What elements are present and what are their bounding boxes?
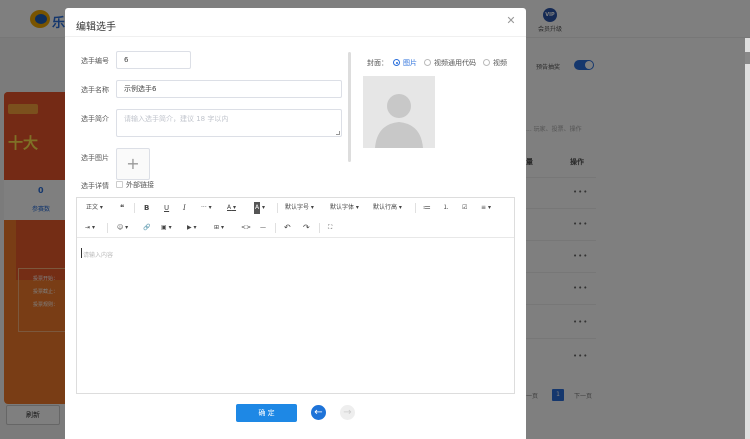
quote-icon[interactable]: ❝ (120, 202, 124, 214)
font-color-label: A (227, 204, 232, 211)
edit-player-dialog: 编辑选手 ✕ 选手编号 6 选手名称 示例选手6 选手简介 请输入选手简介，建议… (65, 8, 526, 439)
bold-icon[interactable]: B (144, 202, 149, 214)
background-color-icon[interactable]: A (254, 202, 261, 214)
editor-toolbar-row-2: ⇥ ▾ ☺ ▾ 🔗 ▣ ▾ ▶ ▾ ⊞ ▾ <> — ↶ ↷ ⛶ (77, 218, 514, 238)
paragraph-format-label: 正文 (86, 204, 99, 211)
underline-icon[interactable]: U (164, 202, 169, 214)
cover-option-video-code[interactable]: 视频通用代码 (424, 58, 476, 68)
cover-image-placeholder[interactable] (363, 76, 435, 148)
emoji-dropdown[interactable]: ☺ ▾ (117, 222, 128, 234)
table-dropdown[interactable]: ⊞ ▾ (214, 222, 224, 234)
video-dropdown[interactable]: ▶ ▾ (187, 222, 197, 234)
numbered-list-icon[interactable]: ⒈ (443, 202, 449, 214)
resize-handle[interactable] (336, 131, 340, 135)
number-label: 选手编号 (81, 57, 109, 65)
align-dropdown[interactable]: ≡ ▾ (481, 202, 491, 214)
font-size-label: 默认字号 (285, 204, 310, 211)
arrow-right-icon[interactable]: → (340, 405, 355, 420)
video-icon: ▶ (187, 224, 192, 231)
image-upload-button[interactable]: + (116, 148, 150, 180)
undo-icon[interactable]: ↶ (284, 222, 291, 234)
editor-placeholder: 请输入内容 (83, 252, 114, 259)
emoji-icon: ☺ (117, 224, 124, 231)
cover-option-video-code-label: 视频通用代码 (434, 59, 476, 67)
more-style-dropdown[interactable]: ··· ▾ (201, 202, 212, 214)
external-link-label: 外部链接 (126, 181, 154, 189)
number-input[interactable]: 6 (116, 51, 191, 69)
toolbar-divider (134, 203, 135, 213)
bullet-list-icon[interactable]: ≔ (423, 202, 431, 214)
line-height-label: 默认行高 (373, 204, 398, 211)
font-family-label: 默认字体 (330, 204, 355, 211)
link-icon[interactable]: 🔗 (143, 222, 150, 234)
checkbox-icon (116, 181, 123, 188)
external-link-checkbox[interactable]: 外部链接 (116, 180, 154, 190)
intro-placeholder: 请输入选手简介，建议 18 字以内 (124, 115, 229, 123)
line-height-dropdown[interactable]: 默认行高 ▾ (373, 202, 402, 214)
detail-label: 选手详情 (81, 182, 109, 190)
background-color-dropdown[interactable]: ▾ (262, 202, 265, 214)
table-icon: ⊞ (214, 224, 220, 231)
todo-list-icon[interactable]: ☑ (462, 202, 467, 214)
name-label: 选手名称 (81, 86, 109, 94)
cover-option-image[interactable]: 图片 (393, 58, 417, 68)
radio-icon (424, 59, 431, 66)
toolbar-divider (415, 203, 416, 213)
divider-line-icon[interactable]: — (260, 222, 266, 234)
close-icon[interactable]: ✕ (505, 15, 517, 27)
font-family-dropdown[interactable]: 默认字体 ▾ (330, 202, 359, 214)
more-style-label: ··· (201, 204, 207, 211)
dialog-title: 编辑选手 (76, 22, 116, 33)
background-color-label: A (255, 204, 260, 211)
intro-label: 选手简介 (81, 115, 109, 123)
scrollbar-thumb[interactable] (745, 52, 750, 64)
name-input[interactable]: 示例选手6 (116, 80, 342, 98)
radio-icon (483, 59, 490, 66)
toolbar-divider (319, 223, 320, 233)
cover-label: 封面： (367, 59, 388, 67)
cover-option-video[interactable]: 视频 (483, 58, 507, 68)
toolbar-divider (275, 223, 276, 233)
toolbar-divider (277, 203, 278, 213)
code-icon[interactable]: <> (241, 222, 251, 234)
paragraph-format-dropdown[interactable]: 正文 ▾ (86, 202, 103, 214)
avatar-placeholder-icon (363, 76, 435, 148)
italic-icon[interactable]: I (183, 202, 186, 214)
redo-icon[interactable]: ↷ (303, 222, 310, 234)
intro-textarea[interactable]: 请输入选手简介，建议 18 字以内 (116, 109, 342, 137)
toolbar-divider (107, 223, 108, 233)
image-icon: ▣ (161, 224, 167, 231)
cover-option-video-label: 视频 (493, 59, 507, 67)
editor-toolbar-row-1: 正文 ▾ ❝ B U I ··· ▾ A ▾ A ▾ 默认字号 ▾ 默认字体 ▾… (77, 198, 514, 218)
rich-text-editor: 正文 ▾ ❝ B U I ··· ▾ A ▾ A ▾ 默认字号 ▾ 默认字体 ▾… (76, 197, 515, 394)
arrow-left-icon[interactable]: ← (311, 405, 326, 420)
cover-option-image-label: 图片 (403, 59, 417, 67)
plus-icon: + (126, 154, 140, 173)
font-color-icon[interactable]: A ▾ (227, 202, 236, 214)
fullscreen-icon[interactable]: ⛶ (328, 222, 332, 234)
align-label: ≡ (481, 204, 487, 211)
indent-dropdown[interactable]: ⇥ ▾ (85, 222, 95, 234)
image-dropdown[interactable]: ▣ ▾ (161, 222, 172, 234)
radio-checked-icon (393, 59, 400, 66)
indent-label: ⇥ (85, 224, 91, 231)
font-size-dropdown[interactable]: 默认字号 ▾ (285, 202, 314, 214)
dialog-divider (65, 36, 526, 37)
image-label: 选手图片 (81, 154, 109, 162)
form-scrollbar[interactable] (348, 52, 351, 162)
confirm-button[interactable]: 确 定 (236, 404, 297, 422)
page-scrollbar[interactable] (745, 38, 750, 439)
text-caret (81, 248, 82, 258)
editor-content[interactable]: 请输入内容 (77, 238, 514, 393)
